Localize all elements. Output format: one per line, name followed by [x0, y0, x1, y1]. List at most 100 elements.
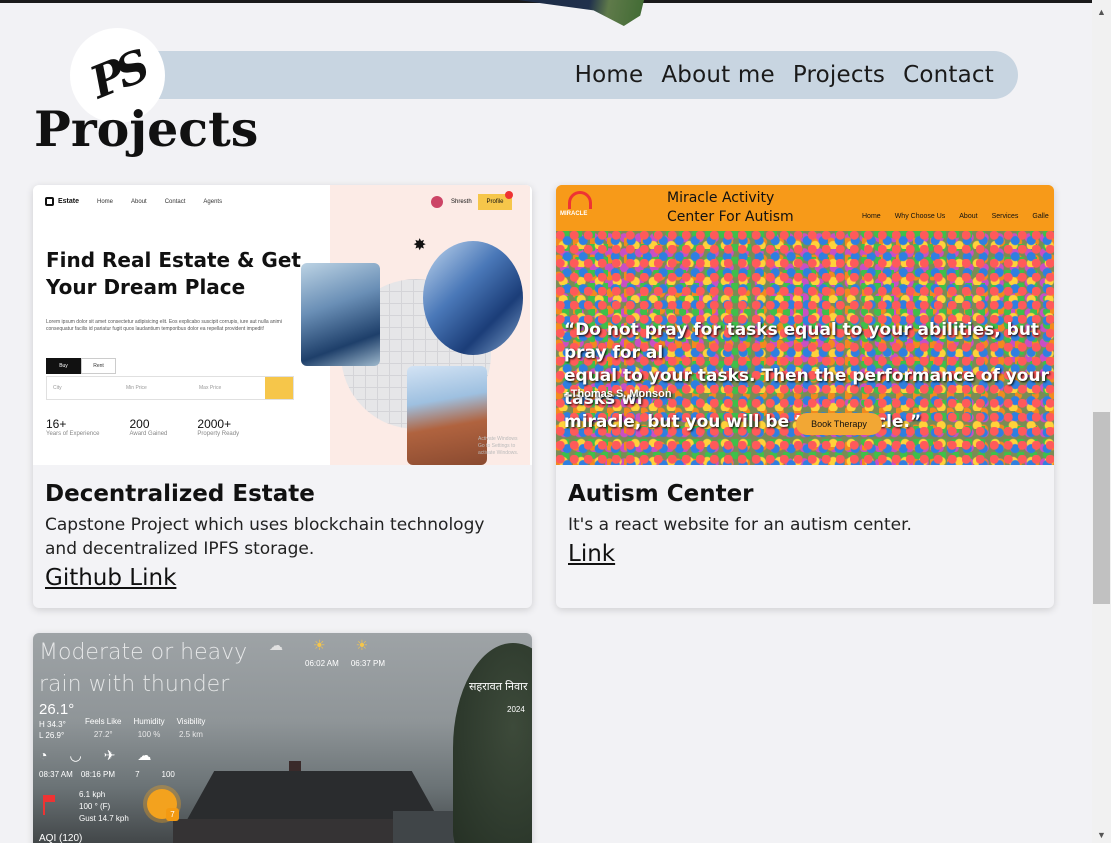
project-description: It's a react website for an autism cente… [568, 515, 912, 535]
moonset-icon: ◡ [69, 747, 82, 763]
preview-tabs: Buy Rent [46, 358, 116, 374]
wind-icon: ✈ [103, 747, 116, 763]
cloud-icon: ☁ [137, 747, 152, 763]
hero-image-fragment [518, 0, 644, 26]
metric-label: Humidity [133, 717, 165, 726]
date-year: 2024 [507, 705, 525, 714]
aqi-value: AQI (120) [39, 833, 83, 843]
stat-label: Award Gained [129, 431, 168, 437]
project-link[interactable]: Link [568, 541, 615, 567]
building-image [301, 263, 380, 366]
metric-label: Visibility [176, 717, 206, 726]
scroll-up-arrow-icon[interactable]: ▲ [1092, 4, 1111, 20]
preview-search-bar: City Min Price Max Price [46, 376, 294, 400]
moonrise-icon: ◔ [39, 747, 48, 763]
sun-times: 06:02 AM 06:37 PM [305, 659, 385, 668]
project-preview-weather[interactable]: Moderate or heavy rain with thunder ☁ ☀ … [33, 633, 532, 843]
nav-about-me[interactable]: About me [661, 62, 774, 88]
brand-icon [45, 197, 54, 206]
preview-tab-rent: Rent [81, 358, 116, 374]
scroll-thumb[interactable] [1093, 412, 1110, 604]
project-card-autism: MIRACLE Miracle Activity Center For Auti… [556, 185, 1054, 608]
stat-value: 2000+ [197, 417, 232, 431]
uv-index-badge: 7 [166, 808, 179, 821]
scroll-down-arrow-icon[interactable]: ▼ [1092, 827, 1111, 843]
preview-stat: 2000+ Property Ready [197, 417, 239, 437]
weather-metric: Feels Like 27.2° [85, 717, 121, 739]
github-link[interactable]: Github Link [45, 565, 176, 591]
preview-search-min: Min Price [126, 385, 147, 391]
navbar: Home About me Projects Contact [120, 51, 1018, 99]
preview-logo: MIRACLE [560, 189, 602, 229]
preview-stat: 16+ Years of Experience [46, 417, 99, 437]
location-name: सहरावत निवार [469, 681, 528, 693]
temp-low: L 26.9° [39, 731, 65, 740]
project-preview-estate[interactable]: Estate Home About Contact Agents Shresth… [33, 185, 532, 465]
weather-small-icons: ◔ ◡ ✈ ☁ [39, 747, 151, 764]
stat-label: Property Ready [197, 431, 240, 437]
sunrise-icon: ☀ [313, 637, 326, 653]
preview-stats: 16+ Years of Experience 200 Award Gained… [46, 417, 239, 437]
project-preview-autism[interactable]: MIRACLE Miracle Activity Center For Auti… [556, 185, 1054, 465]
preview-menu-item: Why Choose Us [894, 213, 946, 220]
preview-menu-item: Contact [164, 198, 186, 205]
preview-menu-item: Galle [1032, 213, 1049, 220]
preview-title: Miracle Activity Center For Autism [667, 190, 794, 225]
sunset-icon: ☀ [355, 637, 369, 653]
nav-home[interactable]: Home [575, 62, 644, 88]
weather-metric: Visibility 2.5 km [177, 717, 206, 739]
preview-search-max: Max Price [199, 385, 222, 391]
nav-projects[interactable]: Projects [793, 62, 885, 88]
project-title: Autism Center [568, 481, 754, 507]
preview-book-button: Book Therapy [796, 413, 882, 435]
weather-metric: Humidity 100 % [133, 717, 164, 739]
preview-paragraph: Lorem ipsum dolor sit amet consectetur a… [46, 319, 282, 332]
page-scrollbar[interactable]: ▲ ▼ [1092, 0, 1111, 843]
wind-flag-icon [43, 795, 59, 815]
stat-value: 16+ [46, 417, 67, 431]
time-value: 100 [161, 770, 175, 779]
time-value: 7 [135, 770, 140, 779]
star-burst-icon: ✸ [413, 237, 427, 254]
preview-stat: 200 Award Gained [129, 417, 167, 437]
logo-text: PS [83, 41, 152, 110]
time-value: 08:16 PM [80, 770, 116, 779]
trees-image [453, 643, 532, 843]
building-image [407, 366, 487, 465]
sunrise-time: 06:02 AM [305, 659, 339, 668]
temperature: 26.1° [39, 701, 75, 718]
weather-icons: ☁ ☀ ☀ [269, 637, 368, 654]
weather-times: 08:37 AM 08:16 PM 7 100 [39, 770, 175, 779]
stat-label: Years of Experience [46, 431, 100, 437]
building-circle-image [423, 241, 523, 355]
rainbow-icon [568, 191, 592, 209]
preview-brand-label: Estate [58, 198, 80, 205]
temp-high: H 34.3° [39, 720, 66, 729]
preview-menu: Home Why Choose Us About Services Galle [862, 213, 1049, 220]
section-title: Projects [34, 100, 259, 158]
nav-links: Home About me Projects Contact [575, 51, 994, 99]
avatar [431, 196, 443, 208]
preview-menu-item: About [959, 213, 978, 220]
preview-menu-item: About [131, 198, 147, 205]
stat-value: 200 [129, 417, 150, 431]
time-value: 08:37 AM [39, 770, 73, 779]
wind-details: 6.1 kph 100 ° (F) Gust 14.7 kph [79, 790, 129, 823]
metric-value: 2.5 km [178, 730, 203, 739]
metric-value: 100 % [137, 730, 161, 739]
search-icon [265, 377, 293, 399]
house-image [393, 811, 453, 843]
metric-value: 27.2° [93, 730, 113, 739]
preview-tab-buy: Buy [46, 358, 81, 374]
metric-label: Feels Like [85, 717, 122, 726]
preview-username: Shresth [451, 199, 472, 205]
notification-badge [505, 191, 513, 199]
preview-nav: Estate Home About Contact Agents [45, 197, 222, 206]
preview-menu-item: Home [862, 213, 881, 220]
nav-contact[interactable]: Contact [903, 62, 994, 88]
preview-quote-author: - Thomas S. Monson [564, 388, 672, 400]
cloud-rain-icon: ☁ [269, 637, 283, 653]
project-description: Capstone Project which uses blockchain t… [45, 515, 485, 559]
preview-menu-item: Home [97, 198, 114, 205]
weather-condition: Moderate or heavy rain with thunder [39, 640, 248, 697]
